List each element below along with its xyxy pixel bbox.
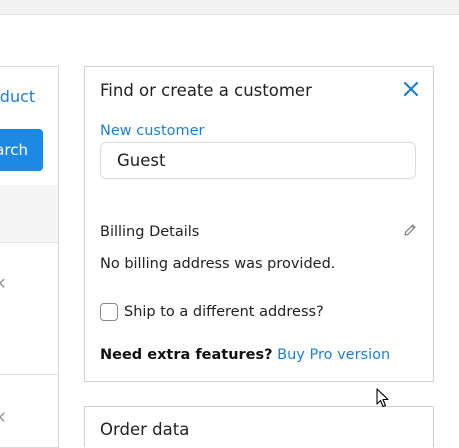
product-table-header	[0, 185, 58, 242]
ship-to-different-address[interactable]: Ship to a different address?	[100, 302, 324, 322]
buy-pro-link[interactable]: Buy Pro version	[277, 347, 390, 363]
pro-promo: Need extra features? Buy Pro version	[100, 347, 390, 363]
product-panel: oduct arch ✕ ✕	[0, 66, 59, 448]
top-bar	[0, 0, 459, 15]
remove-item-icon[interactable]: ✕	[0, 408, 10, 427]
close-icon[interactable]	[402, 80, 420, 98]
billing-address-text: No billing address was provided.	[100, 256, 336, 272]
row-divider	[0, 374, 58, 375]
remove-item-icon[interactable]: ✕	[0, 274, 10, 293]
card-title: Find or create a customer	[100, 81, 312, 100]
add-product-link[interactable]: oduct	[0, 87, 35, 106]
ship-checkbox[interactable]	[100, 303, 118, 321]
order-data-card: Order data	[84, 406, 434, 447]
billing-details-title: Billing Details	[100, 224, 200, 240]
search-button[interactable]: arch	[0, 129, 43, 171]
customer-search-input[interactable]	[100, 142, 416, 179]
row-divider	[0, 242, 58, 243]
ship-label[interactable]: Ship to a different address?	[124, 304, 324, 320]
pencil-icon[interactable]	[403, 223, 417, 237]
new-customer-link[interactable]: New customer	[100, 123, 205, 139]
search-button-label: arch	[0, 141, 28, 159]
mouse-cursor-icon	[376, 388, 389, 408]
customer-card: Find or create a customer New customer B…	[84, 66, 434, 382]
order-data-title: Order data	[100, 420, 190, 439]
promo-text: Need extra features?	[100, 347, 273, 363]
